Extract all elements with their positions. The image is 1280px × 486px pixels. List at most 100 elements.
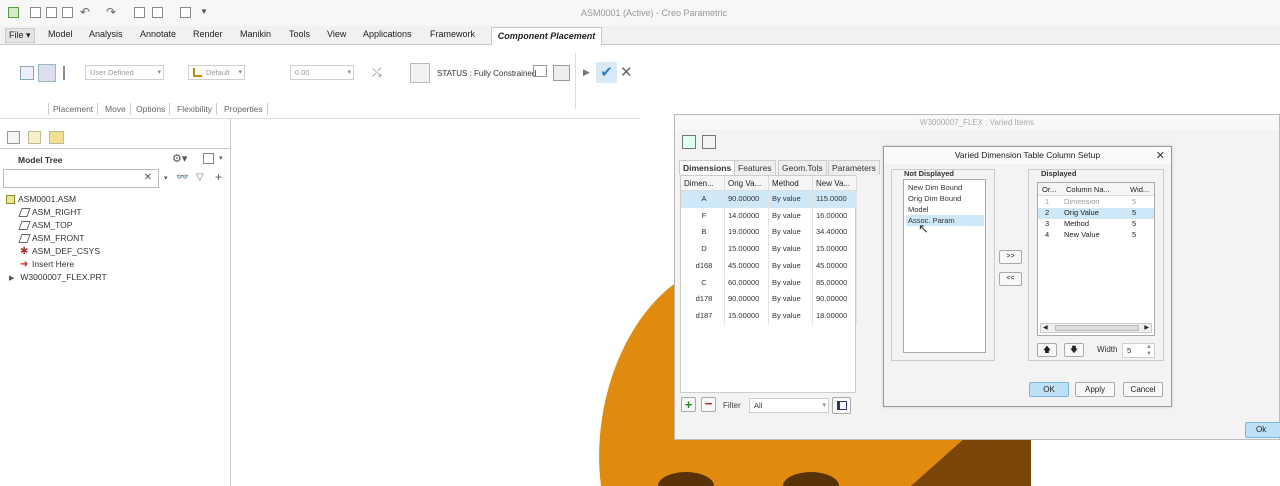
tree-settings-icon[interactable]: ⚙▾ <box>172 152 187 165</box>
tab-geom-tols[interactable]: Geom.Tols <box>778 160 827 175</box>
move-left-button[interactable]: << <box>999 272 1022 286</box>
tab-view[interactable]: View <box>327 29 346 39</box>
cancel-x-icon[interactable]: ✕ <box>620 63 633 81</box>
cancel-button[interactable]: Cancel <box>1123 382 1163 397</box>
clear-search-icon[interactable]: ✕ <box>144 172 152 183</box>
flip-constraint-icon[interactable]: ⤯ <box>372 65 382 80</box>
tab-tools[interactable]: Tools <box>289 29 310 39</box>
varied-ok-button[interactable]: Ok <box>1245 422 1280 438</box>
table-row[interactable]: 4 New Value 5 <box>1038 230 1154 241</box>
close-icon[interactable]: ✕ <box>1156 149 1165 162</box>
table-row[interactable]: 3 Method 5 <box>1038 219 1154 230</box>
offset-input[interactable]: 0.00 ▾ <box>290 65 354 80</box>
col-orig-value[interactable]: Orig Va... <box>725 176 769 191</box>
use-interface-icon[interactable] <box>20 66 34 80</box>
add-dimension-button[interactable]: + <box>681 397 696 412</box>
tab-file[interactable]: File ▾ <box>5 28 35 43</box>
separate-window-icon[interactable] <box>533 65 547 77</box>
tab-component-placement[interactable]: Component Placement <box>491 27 602 46</box>
filter-label: Filter <box>723 401 741 410</box>
search-dropdown-icon[interactable]: ▾ <box>164 174 168 182</box>
pause-icon[interactable]: ▶ <box>583 67 590 78</box>
table-row[interactable]: D 15.00000 By value 15.00000 <box>681 241 857 258</box>
tree-item-insert-here[interactable]: ➜ Insert Here <box>20 259 74 270</box>
reference-icon[interactable] <box>702 135 716 149</box>
tree-item-w3000007-flex[interactable]: ▶ W3000007_FLEX.PRT <box>9 272 107 282</box>
not-displayed-list[interactable]: New Dim Bound Orig Dim Bound Model Assoc… <box>903 179 986 353</box>
col-width[interactable]: Wid... <box>1130 185 1149 194</box>
table-row[interactable]: F 14.00000 By value 16.00000 <box>681 207 857 225</box>
constraint-type-icon <box>193 68 202 77</box>
table-row[interactable]: C 60.00000 By value 85.00000 <box>681 274 857 292</box>
table-row[interactable]: A 90.00000 By value 115.0000 <box>681 191 857 208</box>
tree-item-asm-front[interactable]: ASM_FRONT <box>18 233 84 244</box>
move-icon[interactable] <box>410 63 430 83</box>
list-item[interactable]: Model <box>906 204 984 215</box>
constraint-type-select[interactable]: Default ▾ <box>188 65 245 80</box>
layer-tree-tab-icon[interactable] <box>28 131 41 144</box>
tab-analysis[interactable]: Analysis <box>89 29 123 39</box>
table-row[interactable]: 2 Orig Value 5 <box>1038 208 1154 219</box>
tab-manikin[interactable]: Manikin <box>240 29 271 39</box>
filter-icon[interactable]: ▽ <box>196 172 204 183</box>
tab-annotate[interactable]: Annotate <box>140 29 176 39</box>
add-column-icon[interactable]: + <box>215 170 222 184</box>
tab-features[interactable]: Features <box>734 160 776 175</box>
col-order[interactable]: Or... <box>1042 185 1056 194</box>
table-columns-button[interactable] <box>832 397 851 414</box>
dims-from-model-icon[interactable] <box>682 135 696 149</box>
tab-parameters[interactable]: Parameters <box>828 160 880 175</box>
list-item[interactable]: Orig Dim Bound <box>906 193 984 204</box>
tab-properties[interactable]: Properties <box>220 103 268 115</box>
col-column-name[interactable]: Column Na... <box>1066 185 1110 194</box>
tree-item-asm-def-csys[interactable]: ✱ ASM_DEF_CSYS <box>20 246 100 257</box>
tree-item-asm-top[interactable]: ASM_TOP <box>18 220 72 231</box>
model-tree-tab-icon[interactable] <box>7 131 20 144</box>
scroll-thumb[interactable] <box>1055 325 1139 331</box>
col-new-value[interactable]: New Va... <box>813 176 857 191</box>
tab-model[interactable]: Model <box>48 29 73 39</box>
move-down-button[interactable]: 🡇 <box>1064 343 1084 357</box>
tab-placement[interactable]: Placement <box>48 103 99 115</box>
scroll-right-icon[interactable]: ▶ <box>1144 324 1149 331</box>
show-icon[interactable] <box>203 153 214 164</box>
horizontal-scrollbar[interactable]: ◀ ▶ <box>1040 323 1152 333</box>
remove-dimension-button[interactable]: − <box>701 397 716 412</box>
folder-browser-tab-icon[interactable] <box>49 131 64 144</box>
move-up-button[interactable]: 🡅 <box>1037 343 1057 357</box>
tab-applications[interactable]: Applications <box>363 29 412 39</box>
width-stepper[interactable]: 5 ▲ ▼ <box>1122 343 1155 358</box>
tab-flexibility[interactable]: Flexibility <box>173 103 217 115</box>
col-method[interactable]: Method <box>769 176 813 191</box>
table-row[interactable]: 1 Dimension 5 <box>1038 197 1154 208</box>
ribbon-divider <box>575 53 576 109</box>
filter-select[interactable]: All ▾ <box>749 398 829 413</box>
accept-check-icon[interactable]: ✔ <box>596 62 617 83</box>
show-dropdown-icon[interactable]: ▾ <box>219 154 223 162</box>
3d-constraint-icon[interactable] <box>38 64 56 82</box>
tab-options[interactable]: Options <box>132 103 171 115</box>
find-icon[interactable]: 👓 <box>176 172 188 183</box>
scroll-left-icon[interactable]: ◀ <box>1043 324 1048 331</box>
apply-button[interactable]: Apply <box>1075 382 1115 397</box>
table-row[interactable]: d178 90.00000 By value 90.00000 <box>681 291 857 308</box>
constraint-set-select[interactable]: User Defined ▾ <box>85 65 164 80</box>
table-row[interactable]: B 19.00000 By value 34.40000 <box>681 224 857 242</box>
move-right-button[interactable]: >> <box>999 250 1022 264</box>
ok-button[interactable]: OK <box>1029 382 1069 397</box>
tree-item-asm0001[interactable]: ASM0001.ASM <box>6 194 76 205</box>
tree-item-asm-right[interactable]: ASM_RIGHT <box>18 207 82 218</box>
assembly-window-icon[interactable] <box>553 65 570 81</box>
table-row[interactable]: d187 15.00000 By value 18.00000 <box>681 307 857 325</box>
list-item[interactable]: New Dim Bound <box>906 182 984 193</box>
tab-render[interactable]: Render <box>193 29 223 39</box>
expand-arrow-icon[interactable]: ▶ <box>9 275 14 282</box>
tab-dimensions[interactable]: Dimensions <box>679 160 736 175</box>
tree-search-input[interactable]: ✕ <box>3 169 159 188</box>
automatic-icon[interactable] <box>63 66 77 80</box>
tab-move[interactable]: Move <box>101 103 131 115</box>
col-dimension[interactable]: Dimen... <box>681 176 725 191</box>
displayed-table[interactable]: Or... Column Na... Wid... 1 Dimension 5 2O… <box>1037 182 1155 336</box>
table-row[interactable]: d168 45.00000 By value 45.00000 <box>681 257 857 275</box>
tab-framework[interactable]: Framework <box>430 29 475 39</box>
